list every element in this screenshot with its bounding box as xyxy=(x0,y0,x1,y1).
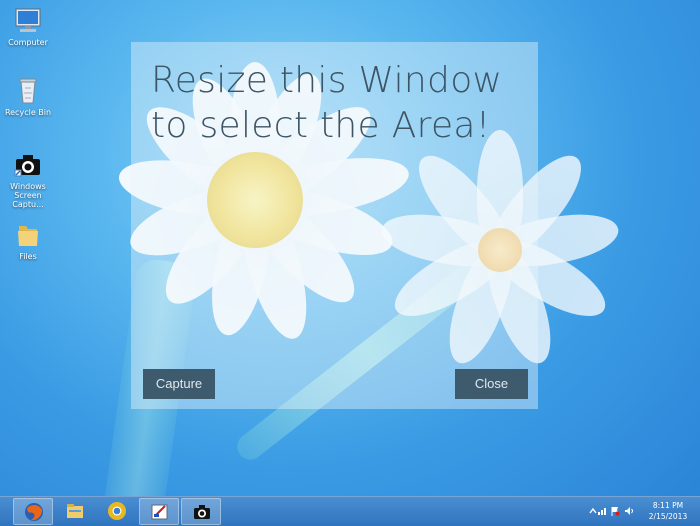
network-icon[interactable] xyxy=(597,506,607,516)
firefox-icon xyxy=(25,503,43,521)
desktop-icon-recycle-bin[interactable]: Recycle Bin xyxy=(0,78,56,117)
taskbar-firefox[interactable] xyxy=(13,498,53,525)
paint-icon xyxy=(151,504,168,520)
camera-icon xyxy=(194,505,210,519)
folder-icon xyxy=(18,226,38,246)
desktop-icon-computer[interactable]: Computer xyxy=(0,8,56,47)
desktop-icon-label: Recycle Bin xyxy=(4,108,52,117)
desktop-icon-files[interactable]: Files xyxy=(0,222,56,261)
file-explorer-icon xyxy=(67,504,83,518)
clock-date: 2/15/2013 xyxy=(648,512,688,521)
desktop-icon-label: Windows Screen Captu... xyxy=(10,182,46,209)
desktop-icon-label: Computer xyxy=(8,38,48,47)
taskbar-chrome[interactable] xyxy=(97,498,137,525)
capture-selection-window[interactable]: Resize this Window to select the Area! C… xyxy=(131,42,538,409)
instruction-heading: Resize this Window to select the Area! xyxy=(151,60,503,146)
taskbar-clock[interactable]: 8:11 PM 2/15/2013 xyxy=(640,500,696,522)
computer-icon xyxy=(15,8,41,32)
clock-time: 8:11 PM xyxy=(652,501,684,510)
volume-icon[interactable] xyxy=(624,506,634,516)
taskbar-file-explorer[interactable] xyxy=(55,498,95,525)
taskbar: 8:11 PM 2/15/2013 xyxy=(0,496,700,526)
desktop-icon-screen-capture[interactable]: Windows Screen Captu... xyxy=(0,152,56,209)
camera-icon xyxy=(14,155,40,177)
action-center-flag-icon[interactable] xyxy=(610,506,620,516)
capture-button[interactable]: Capture xyxy=(143,369,215,399)
taskbar-paint[interactable] xyxy=(139,498,179,525)
chrome-icon xyxy=(108,502,126,520)
recycle-bin-icon xyxy=(19,78,37,104)
close-button[interactable]: Close xyxy=(455,369,528,399)
desktop-icon-label: Files xyxy=(19,252,37,261)
taskbar-screen-capture[interactable] xyxy=(181,498,221,525)
